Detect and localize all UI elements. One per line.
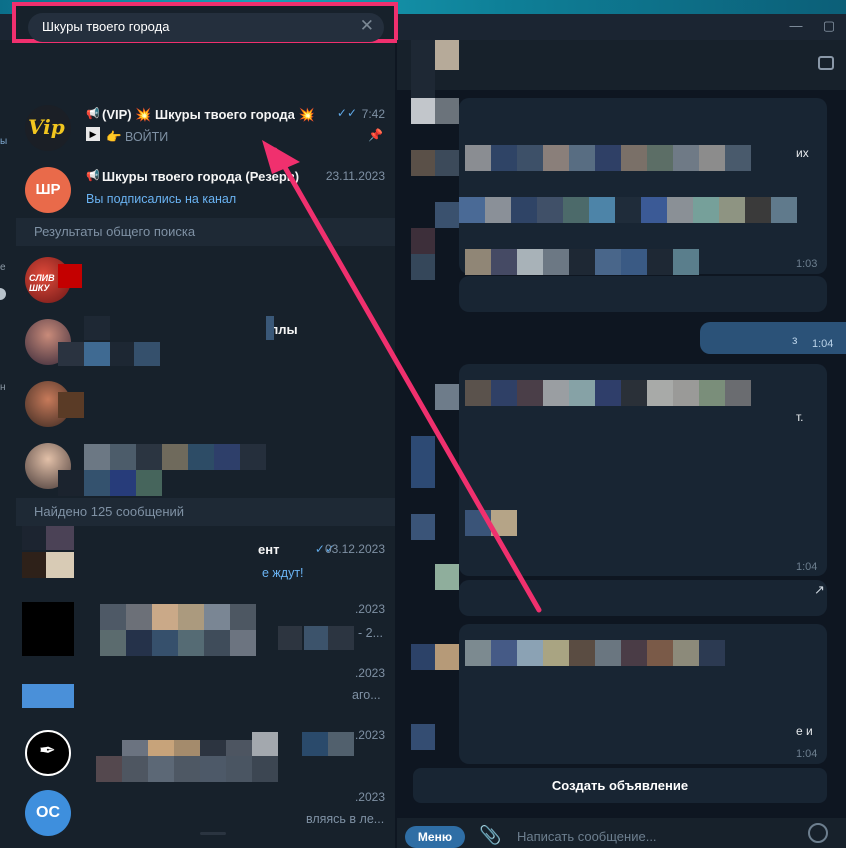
annotation-arrow [262, 140, 542, 613]
